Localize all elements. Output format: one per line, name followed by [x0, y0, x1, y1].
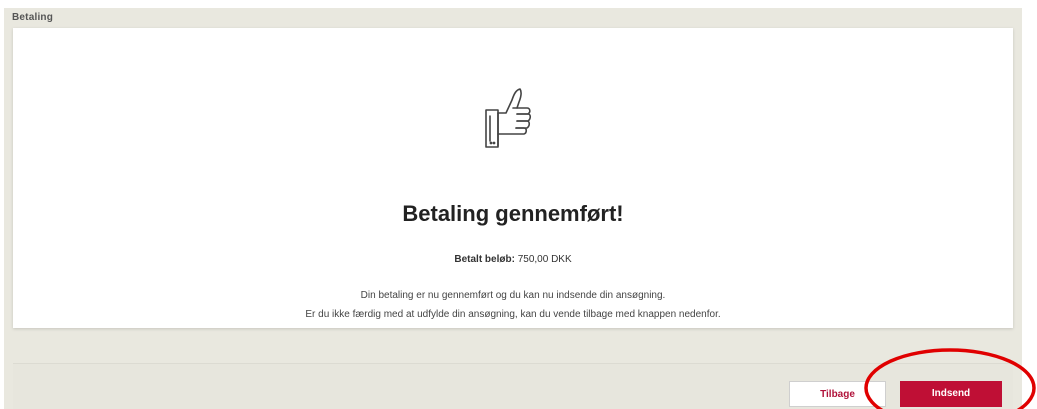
confirmation-message: Din betaling er nu gennemført og du kan … [360, 290, 666, 301]
paid-amount-label: Betalt beløb: [454, 254, 515, 265]
action-bar: Tilbage Indsend [13, 363, 1013, 409]
page: Betaling Betaling gennemført! Betalt bel… [0, 0, 1037, 409]
thumbs-up-icon [485, 88, 532, 148]
paid-amount-value: 750,00 DKK [517, 254, 572, 265]
return-hint-message: Er du ikke færdig med at udfylde din ans… [305, 309, 721, 320]
back-button[interactable]: Tilbage [789, 381, 886, 407]
section-title: Betaling [12, 12, 54, 23]
payment-section: Betaling Betaling gennemført! Betalt bel… [4, 8, 1022, 409]
success-title: Betaling gennemført! [402, 201, 624, 226]
submit-button[interactable]: Indsend [900, 381, 1002, 407]
paid-amount: Betalt beløb: 750,00 DKK [13, 254, 1013, 265]
payment-result-card: Betaling gennemført! Betalt beløb: 750,0… [13, 28, 1013, 328]
